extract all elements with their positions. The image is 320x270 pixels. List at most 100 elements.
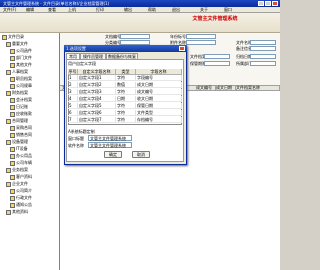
tree-item[interactable]: 文件目录 [2, 34, 24, 40]
tree-item[interactable]: 公司简介 [10, 188, 32, 194]
row-type[interactable]: 日期 [116, 96, 136, 102]
row-field-name[interactable]: 自定义字段6 [78, 110, 116, 116]
tree-item[interactable]: 办公用品 [10, 153, 32, 159]
folder-icon [10, 55, 15, 61]
tree-item[interactable]: 销售合同 [10, 132, 32, 138]
attachment-input[interactable] [186, 40, 216, 45]
tree-item-label: 办公用品 [16, 153, 32, 158]
row-label[interactable]: 收文日期 [136, 96, 182, 102]
tree-item[interactable]: 其他资料 [6, 209, 28, 215]
tree-item[interactable]: 业务档案 [6, 167, 28, 173]
maximize-button[interactable] [265, 1, 271, 6]
retention-input[interactable] [204, 61, 230, 66]
tree-item-label: IT设备 [16, 146, 28, 151]
row-field-name[interactable]: 自定义字段7 [78, 117, 116, 123]
folder-icon [10, 132, 15, 138]
folder-icon [10, 97, 15, 103]
tree-item-label: 职员档案 [16, 76, 32, 81]
folder-icon [6, 167, 11, 173]
row-index[interactable]: 6 [68, 110, 78, 116]
tree-item-label: 客户资料 [16, 174, 32, 179]
tree-item-label: 文件目录 [8, 34, 24, 39]
note-input[interactable] [250, 46, 276, 51]
row-field-name[interactable]: 自定义字段1 [78, 75, 116, 81]
row-index[interactable]: 4 [68, 96, 78, 102]
tree-item[interactable]: 重要文件 [6, 41, 28, 47]
tree-item[interactable]: 公司车辆 [10, 160, 32, 166]
tree-item[interactable]: 采购合同 [10, 125, 32, 131]
close-button[interactable] [272, 1, 278, 6]
archive-date-input[interactable] [250, 54, 276, 59]
doc-no-input[interactable] [120, 34, 150, 39]
row-type[interactable]: 字符 [116, 117, 136, 123]
tree-item[interactable]: 通知公告 [10, 202, 32, 208]
row-type[interactable]: 字符 [116, 89, 136, 95]
custom-fields-label: 用户自定义字段 [68, 61, 96, 66]
folder-icon [10, 202, 15, 208]
tree-item[interactable]: 公司函件 [10, 48, 32, 54]
tree-item-label: 采购合同 [16, 125, 32, 130]
tree-item[interactable]: 财务档案 [6, 90, 28, 96]
dept-input[interactable] [250, 61, 276, 66]
file-name-input[interactable] [250, 40, 276, 45]
row-type[interactable]: 字符 [116, 103, 136, 109]
dialog-close-button[interactable] [179, 46, 185, 51]
folder-icon [6, 69, 11, 75]
row-type[interactable]: 字符 [116, 110, 136, 116]
tree-item[interactable]: 合同管理 [6, 118, 28, 124]
row-label[interactable]: 成文日期 [136, 82, 182, 88]
folder-icon [10, 160, 15, 166]
tree-item[interactable]: 企业文件 [6, 181, 28, 187]
row-index[interactable]: 1 [68, 75, 78, 81]
row-label[interactable]: 成文编号 [136, 89, 182, 95]
tree-item-label: 公司简介 [16, 188, 32, 193]
row-index[interactable]: 5 [68, 103, 78, 109]
folder-icon [2, 34, 7, 40]
archive-input[interactable] [204, 54, 230, 59]
tree-item[interactable]: 行政文件 [10, 195, 32, 201]
tree-item[interactable]: 公司规章 [10, 83, 32, 89]
folder-icon [10, 195, 15, 201]
folder-icon [10, 174, 15, 180]
cancel-button[interactable]: 取消 [132, 151, 150, 158]
software-name-label: 软件名称 [68, 143, 84, 148]
row-field-name[interactable]: 自定义字段3 [78, 89, 116, 95]
software-name-input[interactable]: 文管主文件管理系统 [88, 142, 132, 148]
tree-item[interactable]: IT设备 [10, 146, 28, 152]
year-input[interactable] [186, 34, 216, 39]
row-label[interactable]: 保管日期 [136, 103, 182, 109]
tree-item[interactable]: 会计档案 [10, 97, 32, 103]
folder-tree: 文件目录重要文件 公司函件 部门文件 其他文件 人事档案职员档案公司规章 财务档案 会计档案… [0, 33, 60, 270]
row-index[interactable]: 3 [68, 89, 78, 95]
folder-icon [10, 83, 15, 89]
folder-icon [6, 181, 11, 187]
tree-item[interactable]: 人事档案 [6, 69, 28, 75]
banner-title: 文管主文件管理系统 [192, 16, 238, 22]
window-title: 文管主文件管理系统 - 文件目录(单位名称)/企业档案管理(1) [3, 1, 110, 6]
title-custom-label: A系统标题定制 [68, 129, 95, 134]
row-label[interactable]: 文件类型 [136, 110, 182, 116]
tree-item-label: 人事档案 [12, 69, 28, 74]
sidebar: 文件目录重要文件 公司函件 部门文件 其他文件 人事档案职员档案公司规章 财务档案 会计档案… [0, 33, 60, 270]
row-index[interactable]: 7 [68, 117, 78, 123]
window-title-input[interactable]: 文管主文件管理系统 [88, 135, 132, 141]
tree-item[interactable]: 其他文件 [10, 62, 32, 68]
row-type[interactable]: 数值 [116, 82, 136, 88]
tree-item[interactable]: 日记账 [10, 104, 28, 110]
tree-item[interactable]: 设备管理 [6, 139, 28, 145]
row-label[interactable]: 字段编号 [136, 75, 182, 81]
tree-item[interactable]: 职员档案 [10, 76, 32, 82]
tree-item[interactable]: 应收账款 [10, 111, 32, 117]
tree-item[interactable]: 客户资料 [10, 174, 32, 180]
row-label[interactable]: 存档编号 [136, 117, 182, 123]
row-field-name[interactable]: 自定义字段2 [78, 82, 116, 88]
minimize-button[interactable] [258, 1, 264, 6]
ok-button[interactable]: 确定 [104, 151, 122, 158]
row-field-name[interactable]: 自定义字段4 [78, 96, 116, 102]
folder-icon [10, 62, 15, 68]
row-index[interactable]: 2 [68, 82, 78, 88]
tree-item[interactable]: 部门文件 [10, 55, 32, 61]
row-type[interactable]: 字符 [116, 75, 136, 81]
tree-item-label: 通知公告 [16, 202, 32, 207]
row-field-name[interactable]: 自定义字段5 [78, 103, 116, 109]
